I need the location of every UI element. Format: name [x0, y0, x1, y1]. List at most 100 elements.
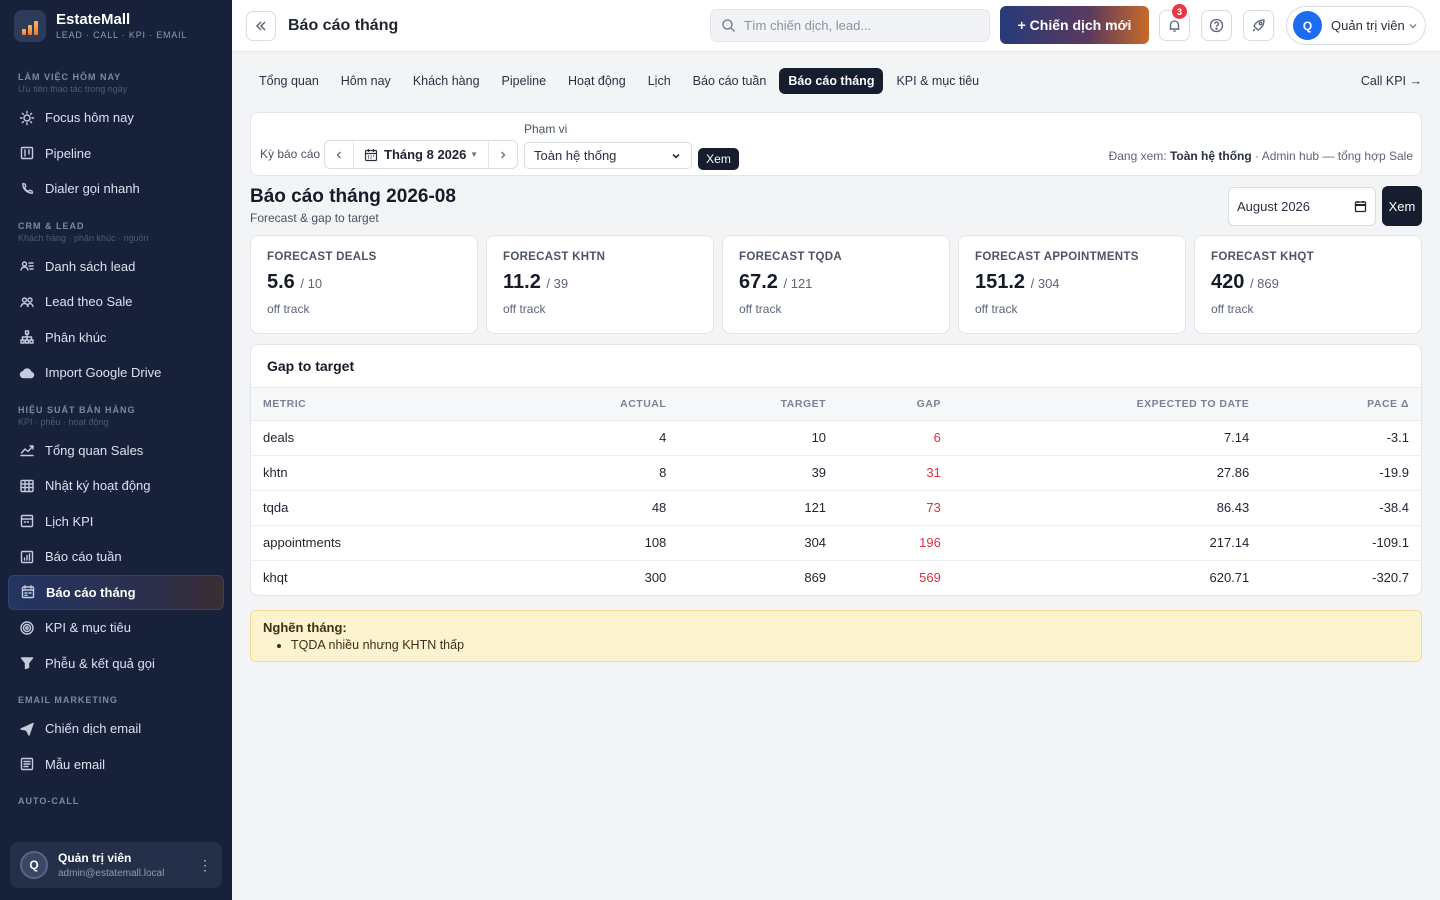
table-cell: 196	[838, 525, 953, 561]
month-input-value: August 2026	[1237, 199, 1311, 214]
table-cell: khqt	[251, 560, 541, 595]
sidebar-item[interactable]: Chiến dịch email	[8, 711, 224, 747]
tab[interactable]: Tổng quan	[250, 68, 328, 94]
collapse-sidebar-button[interactable]	[246, 10, 276, 41]
card-status: off track	[739, 302, 782, 316]
sidebar-item-label: Tổng quan Sales	[45, 442, 144, 458]
forecast-card: Forecast appointments 151.2 / 304 off tr…	[958, 235, 1186, 334]
card-title: Forecast KHQT	[1211, 251, 1314, 263]
table-cell: -19.9	[1261, 455, 1421, 491]
calendar-icon[interactable]	[1354, 200, 1367, 213]
card-title: Forecast TQDA	[739, 251, 842, 263]
tab[interactable]: Hôm nay	[332, 68, 400, 94]
sidebar-item[interactable]: Phễu & kết quả gọi	[8, 646, 224, 682]
tab[interactable]: Báo cáo tháng	[779, 68, 884, 94]
user-email: admin@estatemall.local	[58, 868, 165, 879]
scope-select[interactable]: Toàn hệ thống	[524, 142, 692, 169]
table-cell: 4	[540, 420, 679, 456]
period-value: Tháng 8 2026	[384, 147, 467, 162]
prev-month-button[interactable]	[325, 141, 353, 168]
sidebar-item[interactable]: Lịch KPI	[8, 504, 224, 540]
more-vertical-icon[interactable]: ⋮	[198, 857, 212, 874]
column-header: Pace Δ	[1261, 388, 1421, 421]
period-label: Kỳ báo cáo	[260, 147, 321, 161]
table-icon	[18, 477, 35, 494]
send-icon	[18, 720, 35, 737]
sidebar-item[interactable]: Lead theo Sale	[8, 284, 224, 320]
sidebar-section-subtitle: Khách hàng · phân khúc · nguồn	[18, 232, 149, 243]
card-value-row: 151.2 / 304	[975, 271, 1169, 294]
sidebar-section-title: Hiệu suất bán hàng	[18, 404, 136, 415]
card-value: 151.2	[975, 271, 1026, 293]
user-list-icon	[18, 258, 35, 275]
sidebar-item[interactable]: Danh sách lead	[8, 249, 224, 285]
sidebar-user-card[interactable]: Q Quản trị viên admin@estatemall.local ⋮	[10, 842, 222, 888]
tab[interactable]: Báo cáo tuần	[684, 68, 776, 94]
new-campaign-button[interactable]: + Chiến dịch mới	[1000, 6, 1149, 44]
caret-down-icon: ▼	[470, 150, 478, 159]
table-cell: 27.86	[952, 455, 1262, 491]
chevron-down-icon	[1409, 23, 1417, 28]
sidebar-item[interactable]: Phân khúc	[8, 320, 224, 356]
period-picker: Tháng 8 2026 ▼	[324, 140, 518, 169]
apply-filter-button[interactable]: Xem	[698, 148, 739, 170]
sidebar-item[interactable]: Focus hôm nay	[8, 100, 224, 136]
search-icon	[722, 19, 736, 33]
table-cell: -109.1	[1261, 525, 1421, 561]
search-box[interactable]	[710, 9, 990, 42]
card-status: off track	[267, 302, 310, 316]
account-menu[interactable]: Q Quản trị viên	[1286, 6, 1426, 45]
sidebar-item-label: Lịch KPI	[45, 513, 94, 529]
call-kpi-link[interactable]: Call KPI →	[1361, 74, 1422, 88]
tab[interactable]: Hoạt động	[559, 68, 635, 94]
column-header: Gap	[838, 388, 953, 421]
users-icon	[18, 293, 35, 310]
brand-tagline: LEAD · CALL · KPI · EMAIL	[56, 30, 188, 40]
sidebar-item[interactable]: Tổng quan Sales	[8, 433, 224, 469]
sidebar-item[interactable]: KPI & mục tiêu	[8, 610, 224, 646]
month-input[interactable]: August 2026	[1228, 187, 1376, 226]
avatar: Q	[20, 851, 48, 879]
table-cell: 300	[540, 560, 679, 595]
table-row: tqda 48 121 73 86.43 -38.4	[251, 490, 1421, 526]
table-cell: -320.7	[1261, 560, 1421, 595]
period-select[interactable]: Tháng 8 2026 ▼	[353, 141, 489, 168]
sidebar-item[interactable]: Báo cáo tuần	[8, 539, 224, 575]
search-input[interactable]	[744, 18, 964, 33]
sidebar-item[interactable]: Dialer gọi nhanh	[8, 171, 224, 207]
column-header: Actual	[540, 388, 679, 421]
card-value-row: 11.2 / 39	[503, 271, 697, 294]
sidebar-item[interactable]: Nhật ký hoạt động	[8, 468, 224, 504]
tab[interactable]: Lịch	[639, 68, 680, 94]
card-title: Forecast deals	[267, 251, 377, 263]
table-cell: 304	[678, 525, 839, 561]
card-status: off track	[1211, 302, 1254, 316]
sidebar-item-label: Báo cáo tuần	[45, 549, 122, 565]
sidebar-item[interactable]: Import Google Drive	[8, 355, 224, 391]
chevron-left-icon	[336, 151, 341, 158]
table-cell: appointments	[251, 525, 541, 561]
sidebar-item[interactable]: Pipeline	[8, 136, 224, 172]
sidebar-section-title: CRM & Lead	[18, 220, 85, 231]
view-month-button[interactable]: Xem	[1382, 186, 1422, 226]
help-button[interactable]	[1201, 10, 1232, 41]
quick-launch-button[interactable]	[1243, 10, 1274, 41]
sun-icon	[18, 109, 35, 126]
next-month-button[interactable]	[489, 141, 517, 168]
brand[interactable]: EstateMall LEAD · CALL · KPI · EMAIL	[0, 0, 232, 52]
sidebar-item[interactable]: Chiến dịch gọi	[8, 812, 224, 822]
column-header: Expected to date	[952, 388, 1262, 421]
notifications-button[interactable]: 3	[1159, 4, 1190, 41]
sidebar-item[interactable]: Báo cáo tháng	[8, 574, 224, 610]
gap-to-target-panel: Gap to target Metric Actual Target Gap Expec…	[250, 344, 1422, 596]
tab[interactable]: KPI & mục tiêu	[887, 68, 988, 94]
sidebar-item[interactable]: Mẫu email	[8, 747, 224, 783]
table-cell: 8	[540, 455, 679, 491]
page-title: Báo cáo tháng	[288, 16, 399, 34]
tab[interactable]: Khách hàng	[404, 68, 489, 94]
card-target: / 121	[783, 276, 813, 291]
table-cell: 7.14	[952, 420, 1262, 456]
table-cell: 48	[540, 490, 679, 526]
tab[interactable]: Pipeline	[493, 68, 555, 94]
brand-name: EstateMall	[56, 11, 131, 28]
